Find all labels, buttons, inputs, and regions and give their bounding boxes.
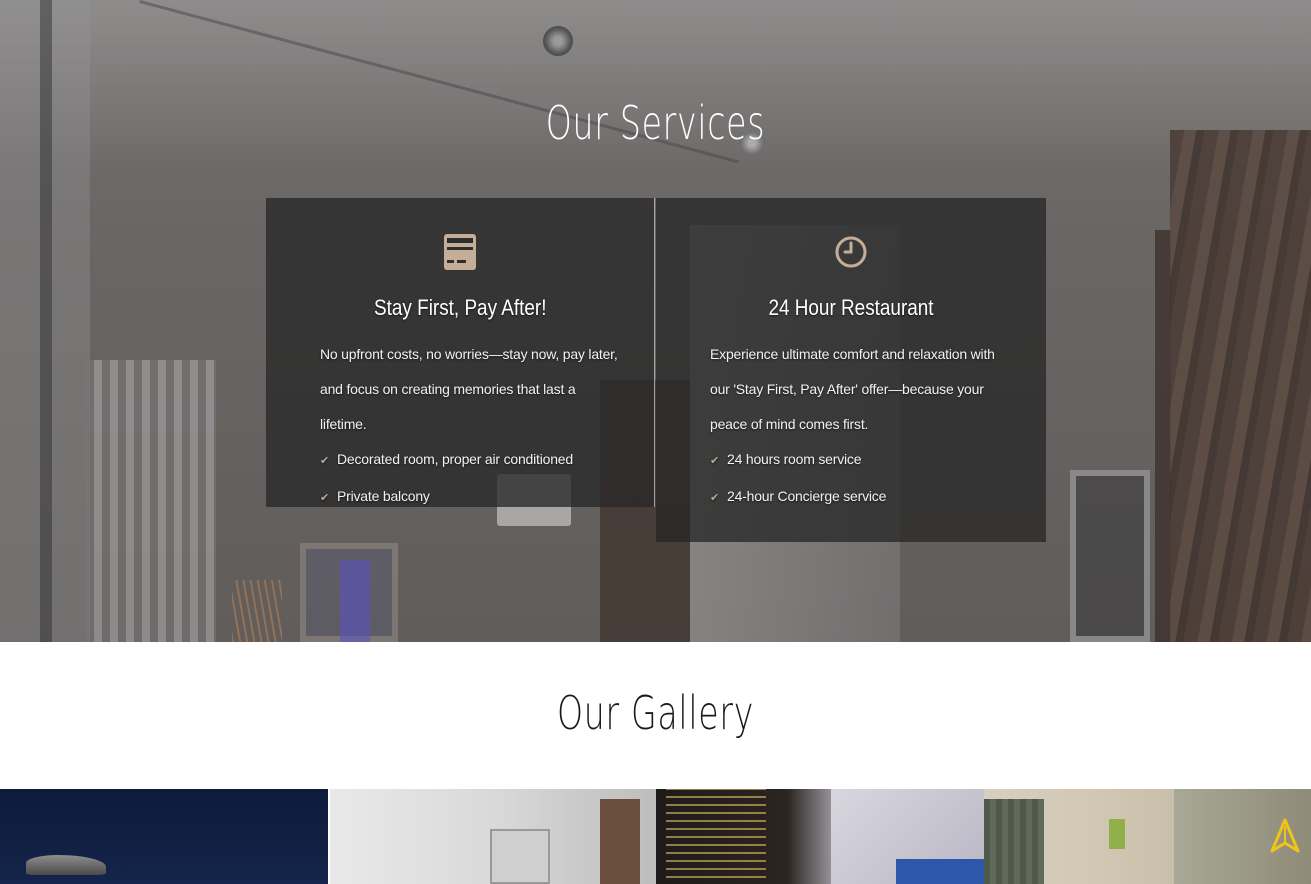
gallery-image-night-marina[interactable] xyxy=(0,789,328,884)
background-wood-wall xyxy=(1170,130,1311,642)
gallery-title: Our Gallery xyxy=(556,686,755,740)
service-card-title: Stay First, Pay After! xyxy=(373,295,547,320)
feature-item: ✔ 24-hour Concierge service xyxy=(710,479,1010,516)
check-icon: ✔ xyxy=(710,492,720,504)
background-plant xyxy=(232,580,282,642)
feature-list: ✔ Decorated room, proper air conditioned … xyxy=(320,442,620,516)
services-section: Our Services Stay First, Pay After! No u… xyxy=(0,0,1311,642)
check-icon: ✔ xyxy=(320,455,330,467)
service-card-stay-first: Stay First, Pay After! No upfront costs,… xyxy=(266,198,655,507)
service-card-title: 24 Hour Restaurant xyxy=(768,295,934,320)
ceiling-light xyxy=(543,26,573,56)
navigation-arrow-icon[interactable] xyxy=(1269,818,1301,854)
background-curtain xyxy=(86,360,216,642)
feature-item: ✔ 24 hours room service xyxy=(710,442,1010,479)
clock-icon xyxy=(833,232,869,272)
background-pillar xyxy=(40,0,52,642)
background-door xyxy=(1070,470,1150,642)
check-icon: ✔ xyxy=(320,492,330,504)
wall-art xyxy=(1109,819,1125,849)
service-card-description: No upfront costs, no worries—stay now, p… xyxy=(320,346,618,432)
gallery-strip xyxy=(0,789,1311,884)
check-icon: ✔ xyxy=(710,455,720,467)
feature-item: ✔ Decorated room, proper air conditioned xyxy=(320,442,620,479)
room-curtain xyxy=(984,799,1044,884)
room-door xyxy=(600,799,640,884)
credit-card-icon xyxy=(442,232,478,272)
blue-accent xyxy=(896,859,984,884)
background-wood-trim xyxy=(1155,230,1171,642)
services-title: Our Services xyxy=(545,96,766,150)
feature-list: ✔ 24 hours room service ✔ 24-hour Concierg… xyxy=(710,442,1010,516)
gallery-image-city-view[interactable] xyxy=(656,789,984,884)
gallery-image-bright-room[interactable] xyxy=(328,789,656,884)
gallery-image-hotel-room[interactable] xyxy=(984,789,1311,884)
service-card-24-hour-restaurant: 24 Hour Restaurant Experience ultimate c… xyxy=(656,198,1046,542)
feature-item: ✔ Private balcony xyxy=(320,479,620,516)
room-fixture xyxy=(490,829,550,884)
service-card-description: Experience ultimate comfort and relaxati… xyxy=(710,346,995,432)
boat-shape xyxy=(26,855,106,875)
background-frame-art xyxy=(340,560,370,642)
city-lights xyxy=(666,789,766,884)
